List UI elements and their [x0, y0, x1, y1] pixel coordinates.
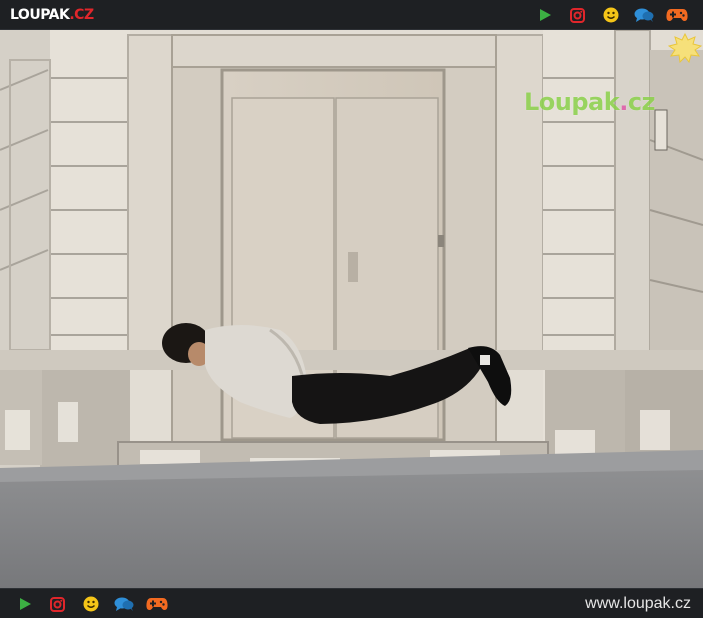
- play-icon[interactable]: [8, 594, 41, 614]
- chat-icon[interactable]: [627, 5, 660, 25]
- main-photo[interactable]: Loupak.cz: [0, 30, 703, 588]
- site-url-link[interactable]: www.loupak.cz: [585, 595, 691, 613]
- watermark-dot: .: [619, 88, 628, 116]
- chat-icon[interactable]: [107, 594, 140, 614]
- gamepad-icon[interactable]: [140, 594, 173, 614]
- smiley-icon[interactable]: [74, 594, 107, 614]
- gamepad-icon[interactable]: [660, 5, 693, 25]
- top-bar: LOUPAK.CZ: [0, 0, 703, 30]
- instagram-icon[interactable]: [561, 5, 594, 25]
- new-star-badge-icon: [667, 32, 703, 64]
- logo-text: LOUPAK: [10, 7, 70, 23]
- site-logo[interactable]: LOUPAK.CZ: [10, 6, 94, 24]
- play-icon[interactable]: [528, 5, 561, 25]
- watermark-tld: cz: [627, 88, 656, 116]
- top-icon-nav: [528, 5, 693, 25]
- watermark-main: Loupak: [524, 88, 620, 116]
- watermark-logo: Loupak.cz: [524, 88, 656, 116]
- smiley-icon[interactable]: [594, 5, 627, 25]
- instagram-icon[interactable]: [41, 594, 74, 614]
- logo-tld: .CZ: [69, 7, 94, 23]
- bottom-bar: www.loupak.cz: [0, 588, 703, 618]
- bottom-icon-nav: [8, 594, 173, 614]
